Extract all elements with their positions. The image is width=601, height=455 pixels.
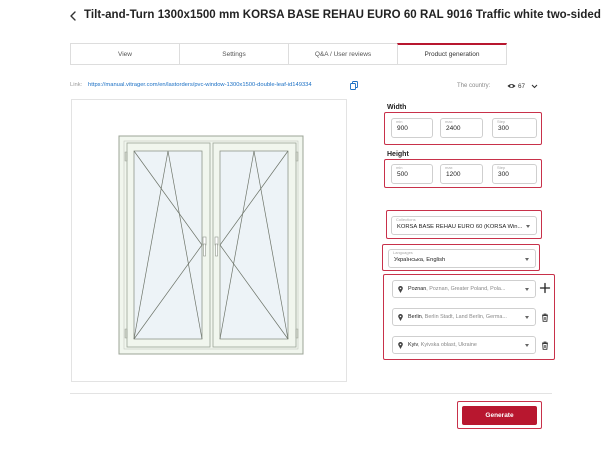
width-title: Width <box>387 104 407 111</box>
map-pin-icon <box>398 341 403 349</box>
back-button[interactable] <box>66 8 80 24</box>
width-step-input[interactable]: Step 300 <box>492 118 537 138</box>
location-city-3: Kyiv <box>408 342 418 348</box>
height-min-input[interactable]: min 500 <box>391 164 433 184</box>
map-pin-icon <box>398 285 403 293</box>
country-label: The country: <box>457 83 491 89</box>
height-step-label: Step <box>497 165 506 170</box>
location-detail-1: , Poznan, Greater Poland, Pola... <box>426 286 506 292</box>
collections-highlight: Collections KORSA BASE REHAU EURO 60 (KO… <box>386 210 542 239</box>
height-max-value: 1200 <box>446 171 461 178</box>
chevron-down-icon <box>525 288 529 291</box>
chevron-down-icon <box>531 84 538 88</box>
width-min-label: min <box>396 119 403 124</box>
tab-view[interactable]: View <box>70 43 179 65</box>
languages-select[interactable]: Languages Українська, English <box>388 249 536 268</box>
tab-product-generation[interactable]: Product generation <box>397 43 507 65</box>
location-select-2[interactable]: Berlin, Berlin Stadt, Land Berlin, Germa… <box>392 308 536 326</box>
product-preview <box>71 99 347 382</box>
country-select[interactable]: 67 <box>507 80 538 92</box>
height-min-label: min <box>396 165 403 170</box>
width-min-value: 900 <box>397 125 408 132</box>
location-detail-2: , Berlin Stadt, Land Berlin, Germa... <box>421 314 507 320</box>
collections-value: KORSA BASE REHAU EURO 60 (KORSA Win... <box>397 224 523 230</box>
chevron-down-icon <box>525 316 529 319</box>
height-step-input[interactable]: Step 300 <box>492 164 537 184</box>
width-min-input[interactable]: min 900 <box>391 118 433 138</box>
tab-bar: View Settings Q&A / User reviews Product… <box>70 43 507 65</box>
location-text-2: Berlin, Berlin Stadt, Land Berlin, Germa… <box>408 314 507 320</box>
trash-icon[interactable] <box>541 313 549 322</box>
location-detail-3: , Kyivska oblast, Ukraine <box>417 342 477 348</box>
languages-label: Languages <box>393 250 413 255</box>
trash-icon[interactable] <box>541 341 549 350</box>
languages-highlight: Languages Українська, English <box>382 244 540 271</box>
location-select-3[interactable]: Kyiv, Kyivska oblast, Ukraine <box>392 336 536 354</box>
chevron-down-icon <box>525 344 529 347</box>
location-select-1[interactable]: Poznan, Poznan, Greater Poland, Pola... <box>392 280 536 298</box>
location-city-1: Poznan <box>408 286 427 292</box>
location-text-1: Poznan, Poznan, Greater Poland, Pola... <box>408 286 505 292</box>
height-step-value: 300 <box>498 171 509 178</box>
height-max-label: max <box>445 165 453 170</box>
width-max-value: 2400 <box>446 125 461 132</box>
eye-icon <box>507 84 516 88</box>
window-drawing <box>118 135 304 355</box>
height-title: Height <box>387 151 409 158</box>
languages-value: Українська, English <box>394 257 446 263</box>
chevron-left-icon <box>70 11 76 21</box>
locations-highlight: Poznan, Poznan, Greater Poland, Pola... … <box>383 274 555 360</box>
height-highlight: min 500 max 1200 Step 300 <box>384 159 542 188</box>
width-highlight: min 900 max 2400 Step 300 <box>384 112 542 145</box>
location-city-2: Berlin <box>408 314 422 320</box>
collections-select[interactable]: Collections KORSA BASE REHAU EURO 60 (KO… <box>391 216 537 235</box>
plus-icon[interactable] <box>539 282 551 294</box>
section-divider <box>70 393 552 394</box>
copy-icon[interactable] <box>350 81 358 90</box>
location-text-3: Kyiv, Kyivska oblast, Ukraine <box>408 342 477 348</box>
product-link[interactable]: https://manual.vitrager.com/en/lastorder… <box>88 82 312 88</box>
map-pin-icon <box>398 313 403 321</box>
link-label: Link: <box>70 82 83 88</box>
width-step-value: 300 <box>498 125 509 132</box>
width-max-input[interactable]: max 2400 <box>440 118 483 138</box>
height-min-value: 500 <box>397 171 408 178</box>
width-step-label: Step <box>497 119 506 124</box>
country-count: 67 <box>518 82 526 90</box>
page-title: Tilt-and-Turn 1300x1500 mm KORSA BASE RE… <box>84 9 601 21</box>
chevron-down-icon <box>525 258 529 261</box>
collections-label: Collections <box>396 217 416 222</box>
tab-qa-user-reviews[interactable]: Q&A / User reviews <box>288 43 397 65</box>
height-max-input[interactable]: max 1200 <box>440 164 483 184</box>
tab-settings[interactable]: Settings <box>179 43 288 65</box>
width-max-label: max <box>445 119 453 124</box>
generate-button[interactable]: Generate <box>462 406 537 425</box>
chevron-down-icon <box>526 225 530 228</box>
